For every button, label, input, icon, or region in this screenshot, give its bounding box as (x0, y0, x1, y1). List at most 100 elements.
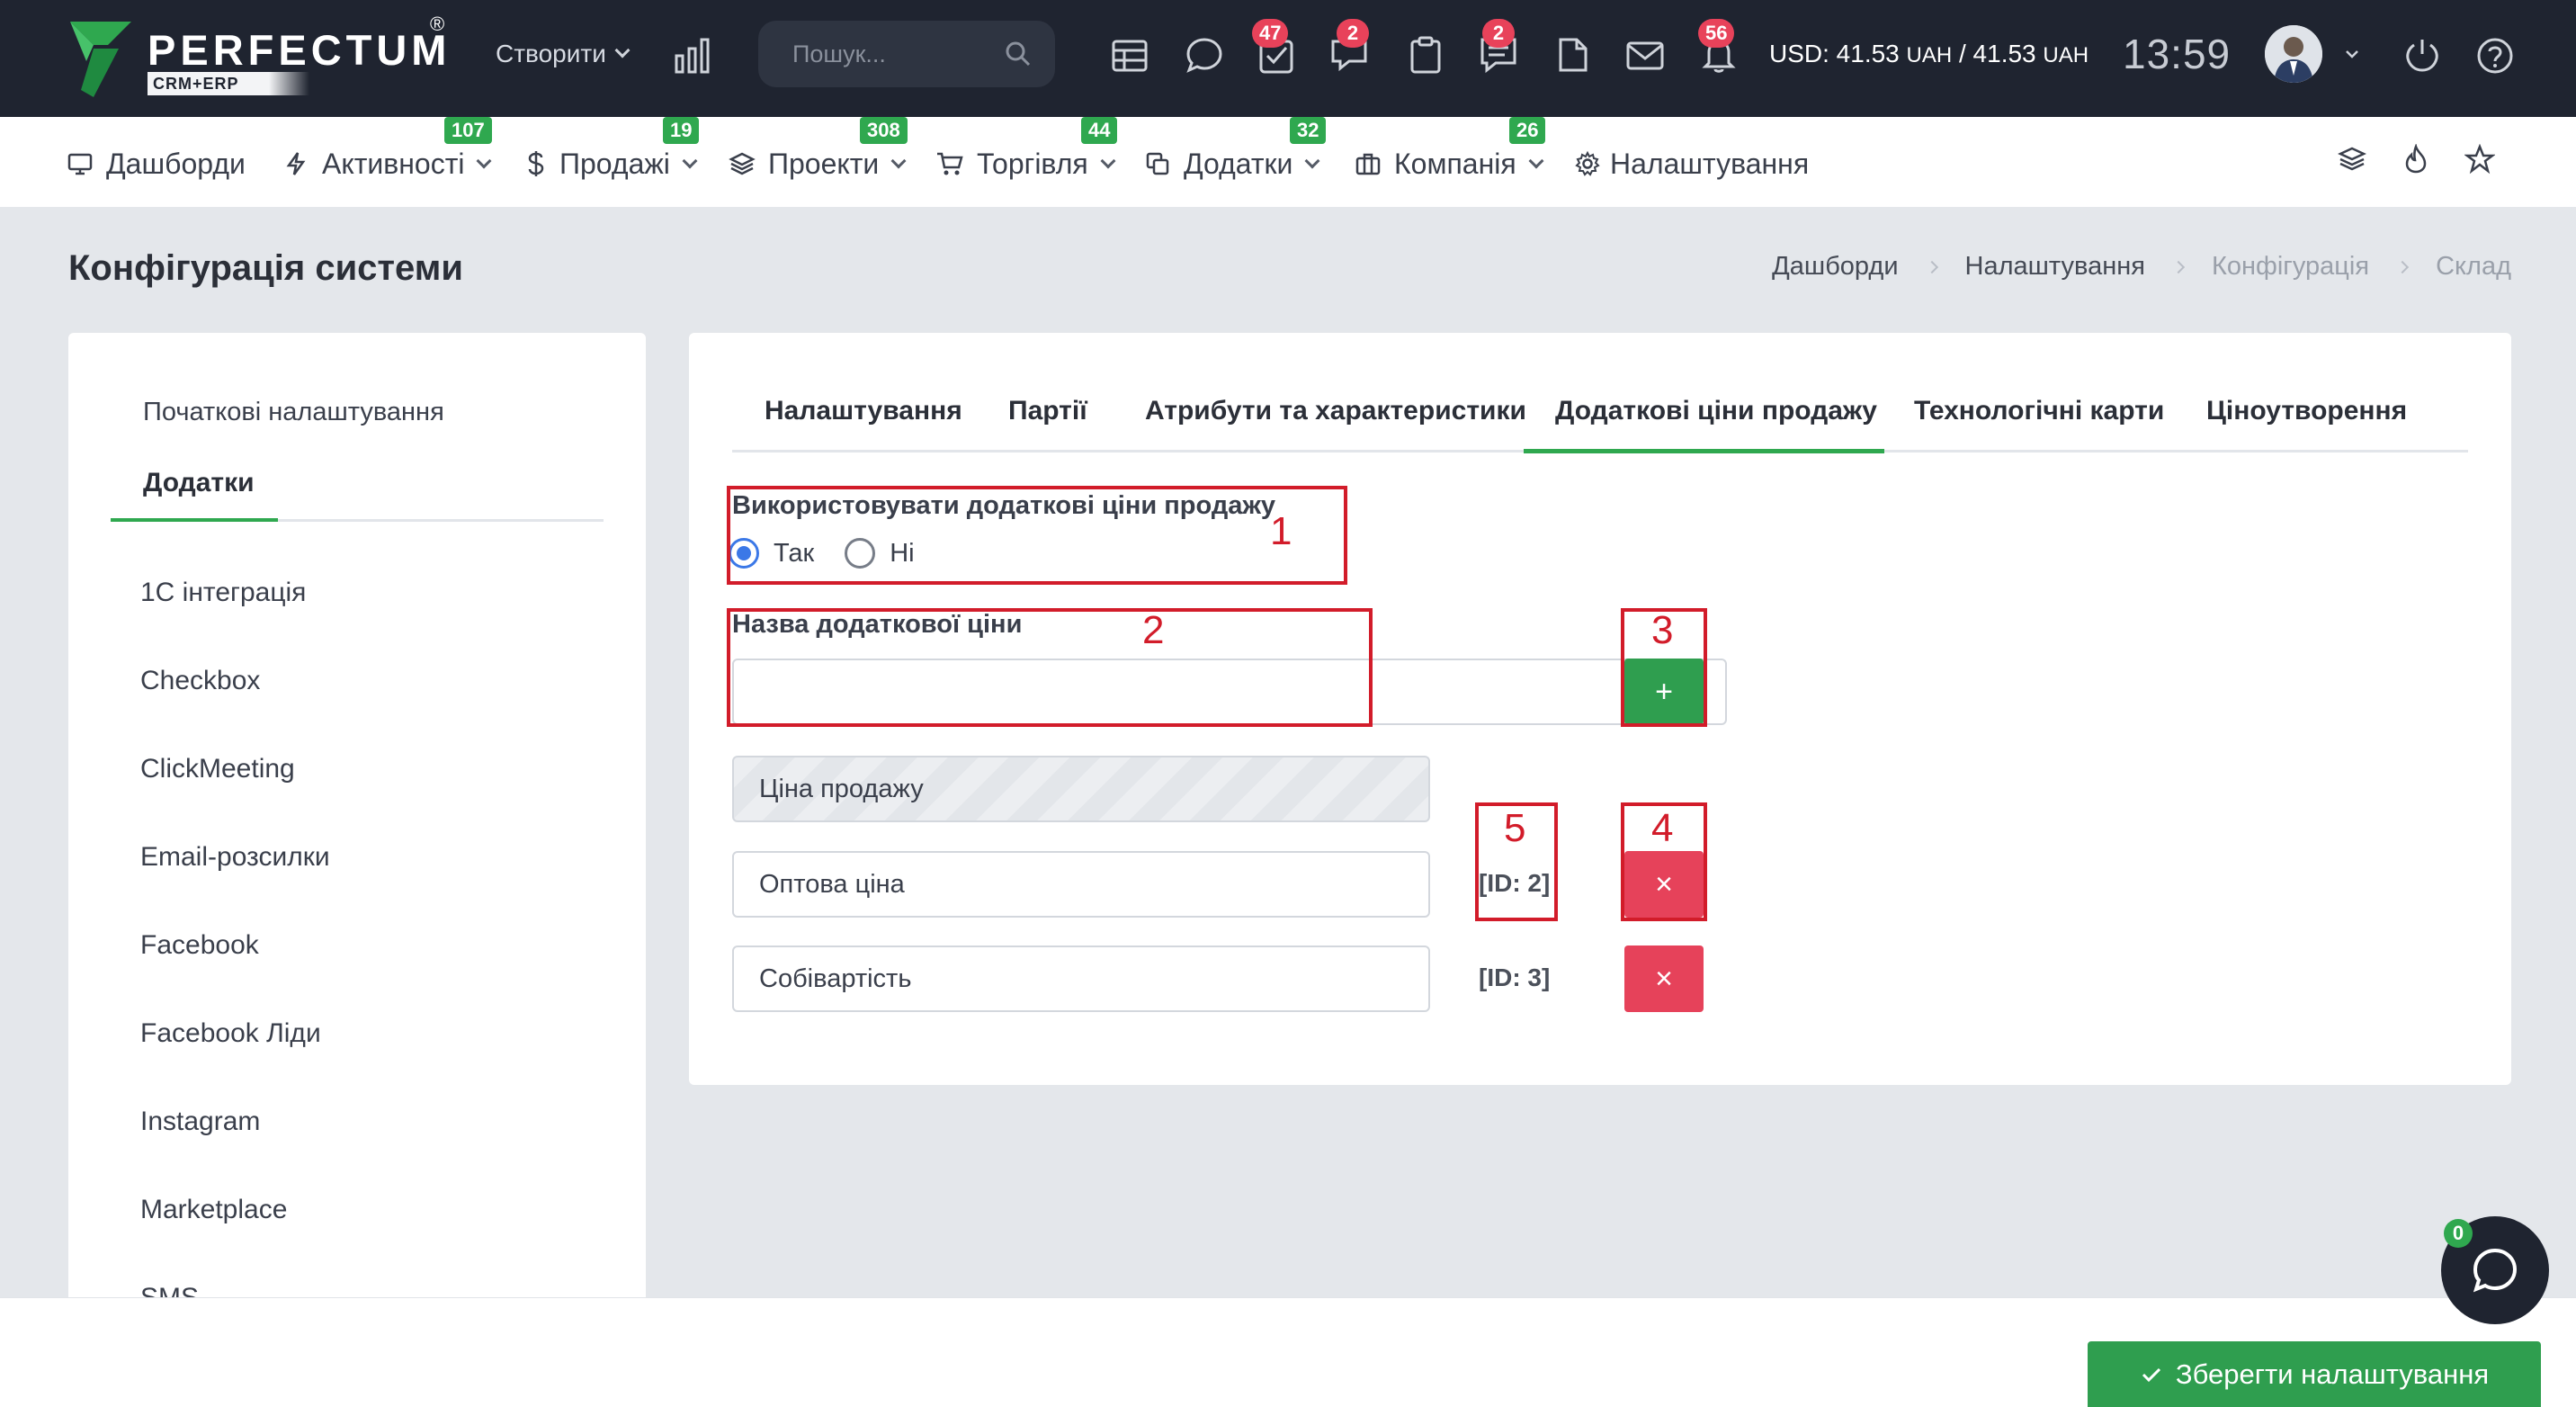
top-bar: PERFECTUM ® CRM+ERP Створити 47 2 (0, 0, 2576, 117)
breadcrumb-settings[interactable]: Налаштування (1965, 252, 2145, 282)
avatar[interactable] (2265, 25, 2322, 83)
breadcrumb-configuration: Конфігурація (2211, 252, 2370, 281)
tab-pricing[interactable]: Ціноутворення (2206, 396, 2407, 426)
chevron-right-icon (2395, 260, 2410, 273)
mail-icon[interactable] (1624, 34, 1666, 76)
breadcrumb: Дашборди Налаштування Конфігурація Склад (1772, 252, 2511, 282)
messages-badge: 2 (1337, 19, 1369, 48)
monitor-icon (67, 153, 93, 175)
clock: 13:59 (2123, 31, 2232, 77)
help-icon[interactable] (2475, 36, 2515, 76)
delete-price-button[interactable]: × (1624, 945, 1704, 1012)
nav-label: Налаштування (1610, 147, 1810, 180)
tab-settings[interactable]: Налаштування (765, 396, 962, 426)
logo-registered: ® (430, 13, 445, 35)
clipboard-icon[interactable] (1405, 34, 1446, 76)
gear-icon (1575, 150, 1600, 176)
tab-attributes[interactable]: Атрибути та характеристики (1145, 396, 1526, 426)
sidebar-item-1c[interactable]: 1С інтеграція (140, 578, 306, 608)
nav-label: Проекти (768, 147, 880, 180)
nav-item-settings[interactable]: Налаштування (1574, 144, 1809, 184)
nav-item-addons[interactable]: Додатки 32 (1144, 117, 1327, 184)
chevron-down-icon (1100, 153, 1116, 169)
create-label: Створити (496, 40, 606, 67)
chat-bubble-icon[interactable] (1184, 34, 1225, 76)
tab-batches[interactable]: Партії (1008, 396, 1087, 426)
save-settings-label: Зберегти налаштування (2175, 1358, 2490, 1390)
notifications-badge: 56 (1698, 19, 1735, 48)
logo-mark-icon (70, 22, 131, 97)
config-panel: Налаштування Партії Атрибути та характер… (689, 333, 2511, 1085)
fire-icon[interactable] (2402, 144, 2430, 175)
chevron-down-icon (1528, 153, 1544, 169)
nav-item-projects[interactable]: Проекти 308 (729, 117, 908, 184)
breadcrumb-dashboards[interactable]: Дашборди (1772, 252, 1898, 282)
sidebar-item-facebook[interactable]: Facebook (140, 930, 259, 961)
save-settings-button[interactable]: Зберегти налаштування (2088, 1341, 2541, 1407)
search-input[interactable] (792, 37, 999, 71)
sidebar-item-marketplace[interactable]: Marketplace (140, 1195, 287, 1225)
sidebar-item-facebook-leads[interactable]: Facebook Ліди (140, 1018, 321, 1049)
power-icon[interactable] (2403, 36, 2441, 74)
price-name-input[interactable] (732, 851, 1430, 918)
calendar-icon[interactable] (1109, 34, 1150, 76)
annotation-box (727, 608, 1373, 727)
nav-item-dashboards[interactable]: Дашборди (67, 144, 246, 184)
nav-label: Дашборди (106, 147, 246, 180)
currency-unit-1: UAH (1906, 43, 1953, 67)
chevron-down-icon (890, 153, 907, 169)
nav-badge: 107 (444, 117, 492, 144)
sidebar-item-instagram[interactable]: Instagram (140, 1107, 260, 1137)
lightning-icon (286, 152, 306, 175)
nav-item-trade[interactable]: Торгівля 44 (935, 117, 1118, 184)
nav-label: Торгівля (977, 147, 1088, 180)
nav-label: Компанія (1394, 147, 1516, 180)
sidebar-item-email[interactable]: Email-розсилки (140, 842, 330, 873)
annotation-number: 5 (1504, 806, 1526, 850)
currency-unit-2: UAH (2043, 43, 2089, 67)
nav-badge: 308 (860, 117, 908, 144)
nav-item-activities[interactable]: Активності 107 (282, 117, 492, 184)
nav-badge: 19 (663, 117, 700, 144)
tab-addons[interactable]: Додатки (143, 468, 255, 498)
search-icon[interactable] (1003, 39, 1033, 69)
logo-subtitle: CRM+ERP (148, 72, 309, 95)
chat-bubble-icon (2473, 1248, 2518, 1293)
nav-item-sales[interactable]: Продажі 19 (525, 117, 700, 184)
annotation-number: 1 (1270, 509, 1292, 553)
document-icon[interactable] (1552, 34, 1593, 76)
currency-rate: USD: 41.53 UAH / 41.53 UAH (1769, 36, 2089, 74)
shopping-cart-icon (937, 152, 963, 175)
nav-label: Продажі (559, 147, 670, 180)
price-name-input (732, 756, 1430, 822)
nav-label: Активності (322, 147, 465, 180)
footer-bar: Зберегти налаштування (0, 1297, 2576, 1407)
tab-initial-settings[interactable]: Початкові налаштування (143, 398, 444, 427)
nav-item-company[interactable]: Компанія 26 (1355, 117, 1546, 184)
currency-mid: / 41.53 (1958, 40, 2044, 67)
sidebar-item-checkbox[interactable]: Checkbox (140, 666, 260, 696)
tab-extra-prices[interactable]: Додаткові ціни продажу (1555, 396, 1877, 426)
dollar-icon (528, 151, 544, 176)
chevron-down-icon[interactable] (2345, 47, 2359, 61)
tab-active-indicator (111, 518, 278, 522)
breadcrumb-warehouse: Склад (2436, 252, 2511, 281)
nav-badge: 32 (1290, 117, 1327, 144)
currency-label: USD: 41.53 (1769, 40, 1900, 67)
chevron-right-icon (1925, 260, 1938, 273)
main-navigation: Дашборди Активності 107 Продажі 19 Проек… (0, 117, 2576, 207)
perfectum-logo[interactable]: PERFECTUM ® CRM+ERP (67, 13, 462, 101)
settings-sidebar: Початкові налаштування Додатки 1С інтегр… (68, 333, 646, 1407)
copy-icon (1146, 152, 1169, 175)
star-icon[interactable] (2464, 144, 2495, 175)
user-avatar-icon (2265, 25, 2322, 83)
logo-text: PERFECTUM (148, 26, 452, 74)
chevron-right-icon (2171, 260, 2186, 273)
sidebar-item-clickmeeting[interactable]: ClickMeeting (140, 754, 295, 784)
price-name-input[interactable] (732, 945, 1430, 1012)
layers-icon[interactable] (2337, 144, 2367, 175)
create-dropdown[interactable]: Створити (496, 36, 631, 72)
chevron-down-icon (1304, 153, 1320, 169)
bar-chart-icon[interactable] (673, 36, 712, 76)
tab-tech-cards[interactable]: Технологічні карти (1914, 396, 2164, 426)
